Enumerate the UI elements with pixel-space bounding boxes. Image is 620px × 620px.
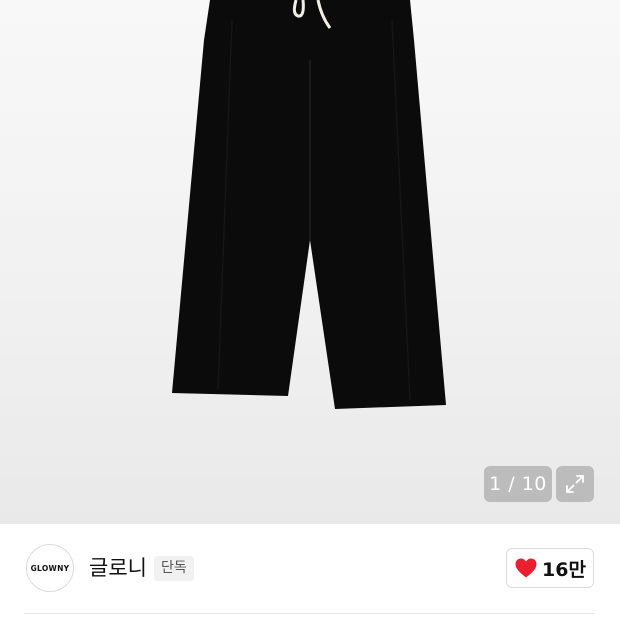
brand-name[interactable]: 글로니 <box>89 554 147 582</box>
like-count: 16만 <box>542 558 586 581</box>
heart-icon <box>515 558 537 578</box>
divider <box>24 613 595 614</box>
brand-row: GLOWNY 글로니 단독 16만 <box>0 524 620 614</box>
expand-arrows-icon <box>566 475 584 493</box>
product-page: 1 / 10 GLOWNY 글로니 단독 16만 <box>0 0 620 620</box>
expand-button[interactable] <box>556 466 594 502</box>
brand-logo[interactable]: GLOWNY <box>26 544 74 592</box>
exclusive-badge: 단독 <box>154 556 194 581</box>
product-image[interactable]: 1 / 10 <box>0 0 620 524</box>
pants-photo <box>172 0 446 409</box>
like-button[interactable]: 16만 <box>506 548 594 588</box>
image-counter: 1 / 10 <box>484 466 552 502</box>
brand-logo-text: GLOWNY <box>30 563 70 573</box>
